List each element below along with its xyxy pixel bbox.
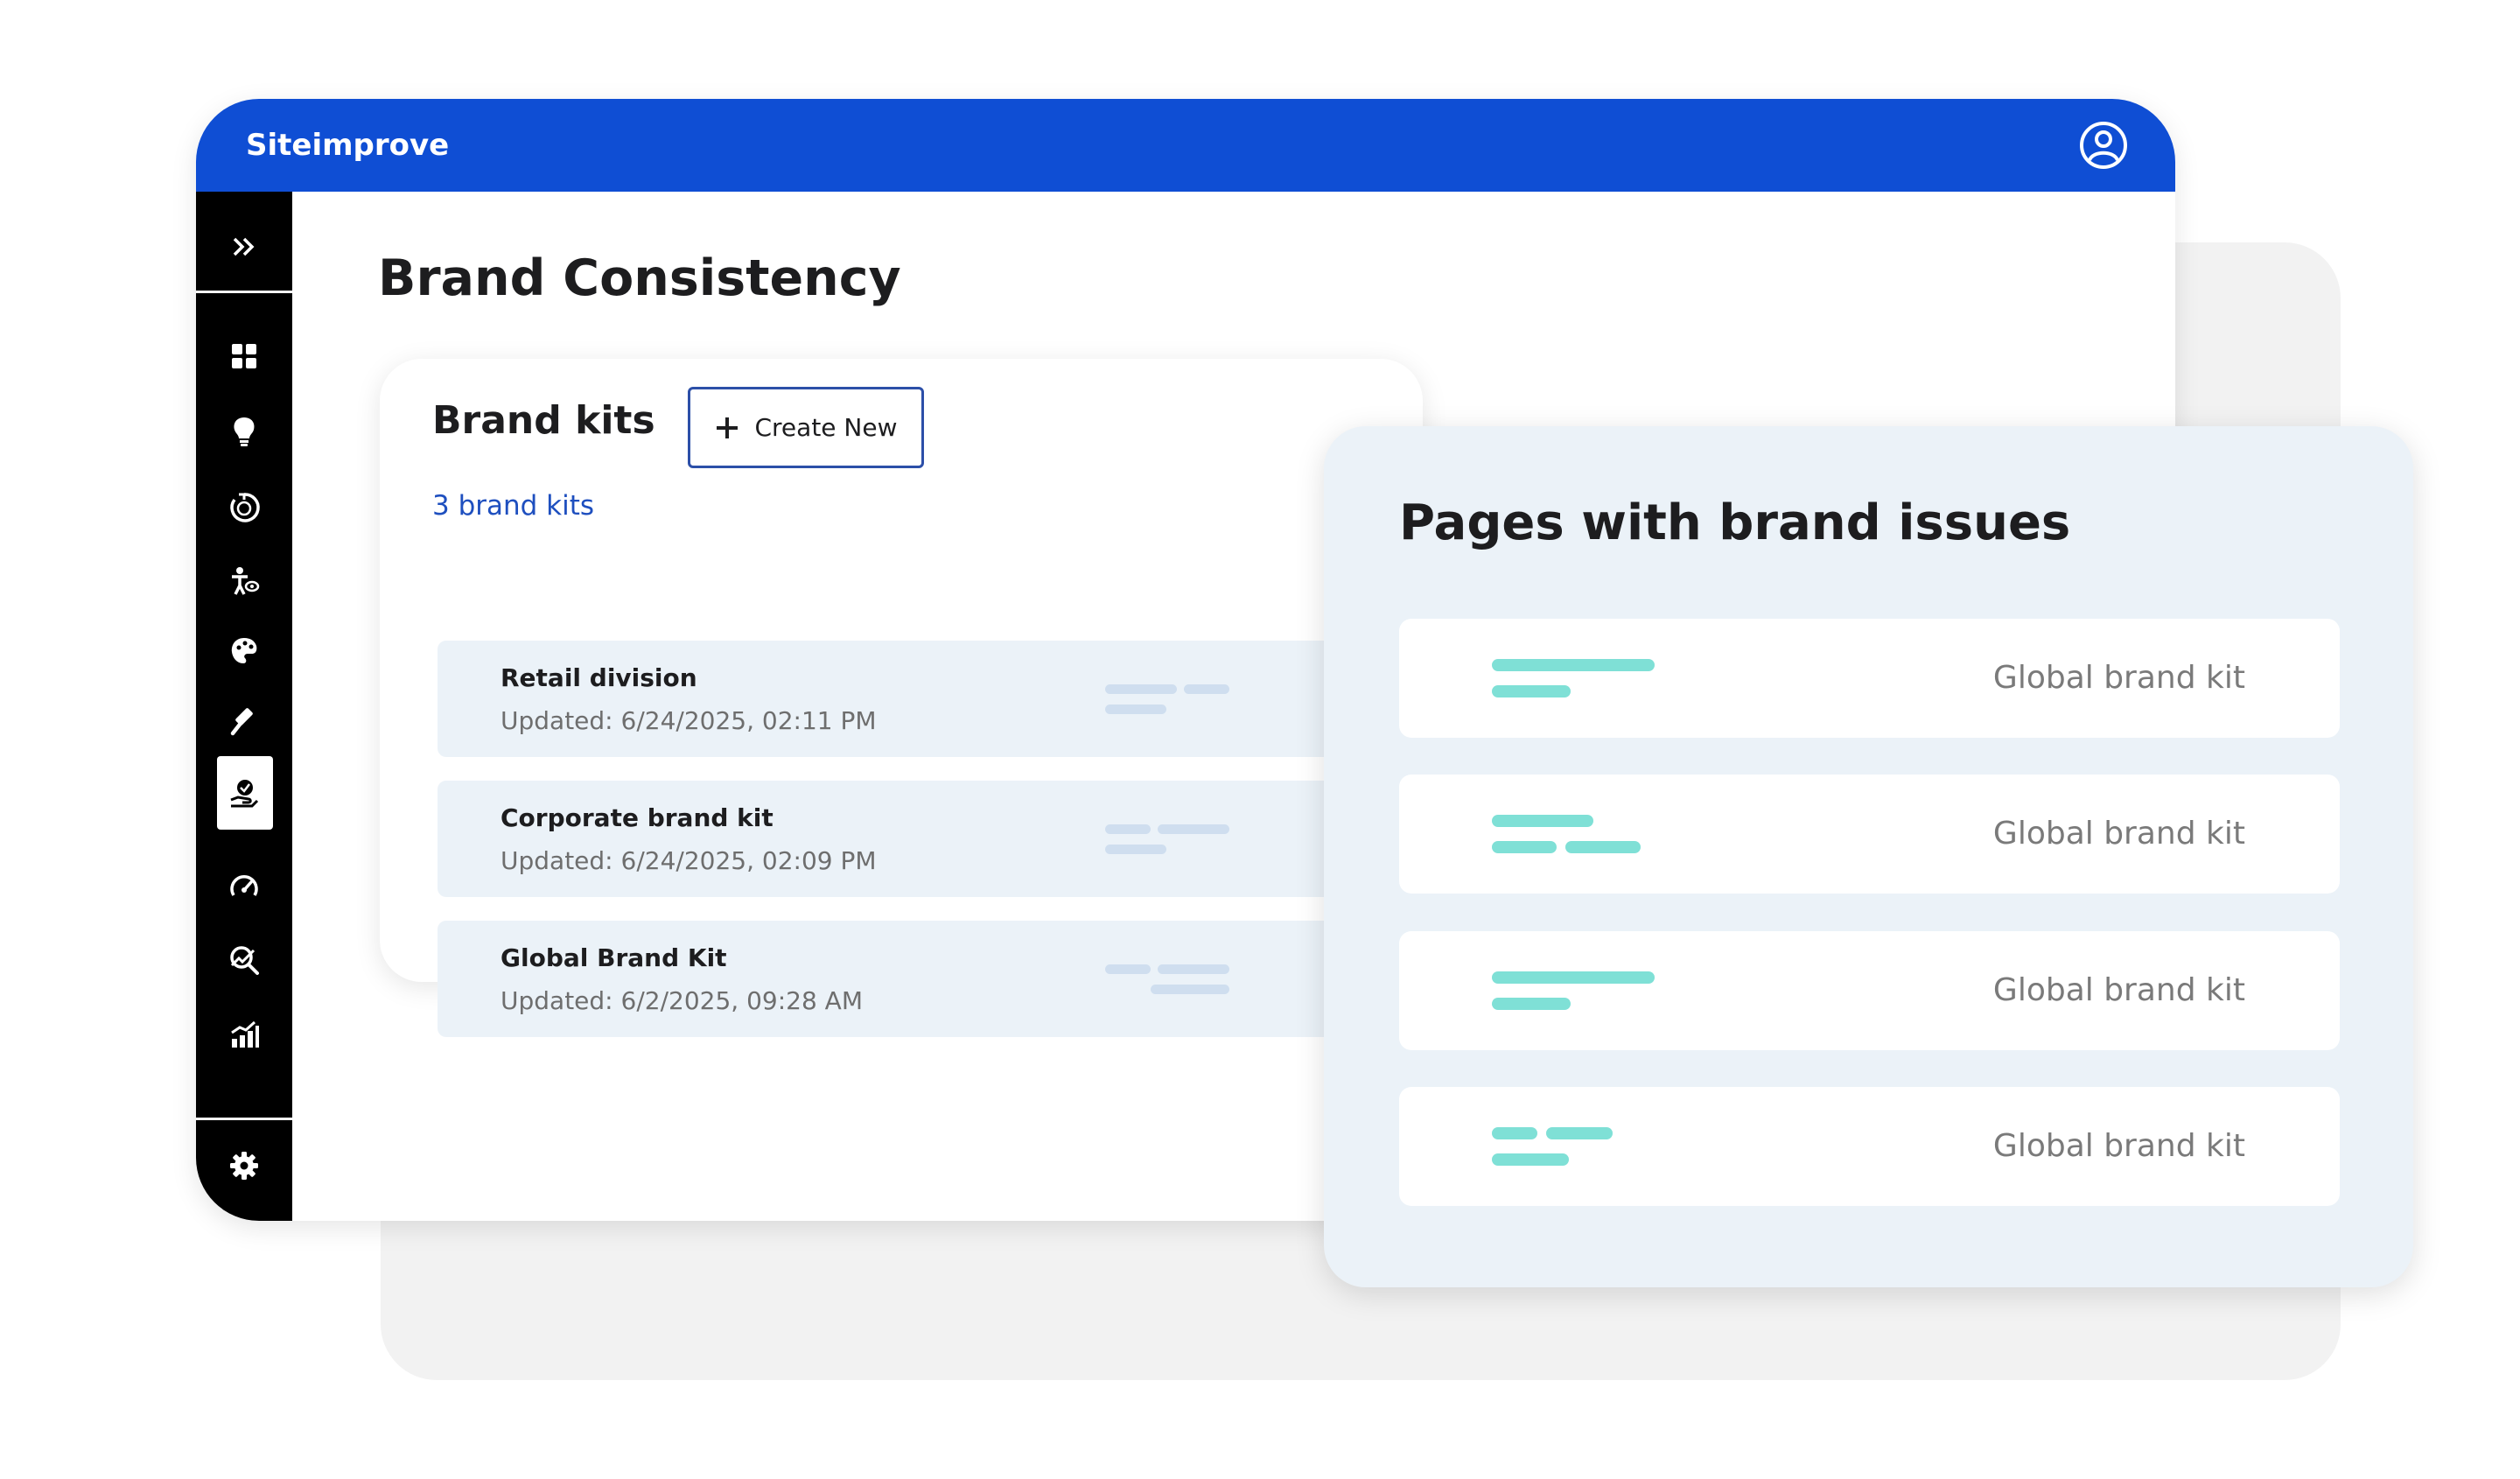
page-title: Brand Consistency xyxy=(378,249,901,307)
create-new-label: Create New xyxy=(754,413,898,442)
brand-issue-row[interactable]: Global brand kit xyxy=(1399,931,2340,1050)
placeholder-bar xyxy=(1492,659,1655,671)
issue-kit-label: Global brand kit xyxy=(1992,972,2245,1008)
user-circle-icon[interactable] xyxy=(2079,121,2128,170)
brand-kit-name: Corporate brand kit xyxy=(500,803,774,832)
placeholder-bar xyxy=(1184,684,1229,694)
dashboard-icon xyxy=(232,344,256,368)
brand-issue-row[interactable]: Global brand kit xyxy=(1399,1087,2340,1206)
sidebar-divider xyxy=(196,291,292,293)
placeholder-bar xyxy=(1158,964,1229,974)
placeholder-bar xyxy=(1546,1127,1613,1139)
placeholder-bar xyxy=(1105,684,1177,694)
plus-icon xyxy=(717,417,738,438)
placeholder-bar xyxy=(1158,824,1229,834)
lightbulb-icon xyxy=(234,417,255,446)
brand-kit-updated: Updated: 6/24/2025, 02:09 PM xyxy=(500,846,877,875)
sidebar-item-accessibility[interactable] xyxy=(196,550,292,612)
brand-issues-card: Pages with brand issues Global brand kit… xyxy=(1324,426,2413,1287)
accessibility-icon xyxy=(232,567,260,595)
seo-search-icon xyxy=(230,946,259,975)
sidebar-item-brand-consistency[interactable] xyxy=(196,762,292,824)
gear-icon xyxy=(230,1152,258,1180)
placeholder-bar xyxy=(1492,815,1593,827)
brand-issues-title: Pages with brand issues xyxy=(1399,494,2071,551)
brand-kit-row[interactable]: Retail division Updated: 6/24/2025, 02:1… xyxy=(438,641,1435,757)
brand-kit-updated: Updated: 6/24/2025, 02:11 PM xyxy=(500,706,877,735)
sidebar-item-policy[interactable] xyxy=(196,690,292,752)
placeholder-bar xyxy=(1105,824,1151,834)
placeholder-bar xyxy=(1492,685,1571,697)
issue-kit-label: Global brand kit xyxy=(1992,1128,2245,1164)
placeholder-bar xyxy=(1492,971,1655,984)
double-chevron-right-icon xyxy=(233,237,255,256)
brand-issue-row[interactable]: Global brand kit xyxy=(1399,619,2340,738)
dci-icon xyxy=(230,493,260,522)
sidebar-item-performance[interactable] xyxy=(196,857,292,918)
brand-kit-row[interactable]: Corporate brand kit Updated: 6/24/2025, … xyxy=(438,781,1435,897)
gavel-icon xyxy=(230,708,253,736)
placeholder-bar xyxy=(1151,985,1229,994)
brand-kits-count-link[interactable]: 3 brand kits xyxy=(432,490,594,522)
brand-logo[interactable]: Siteimprove xyxy=(246,99,449,192)
sidebar-item-insights[interactable] xyxy=(196,401,292,462)
brand-kit-name: Retail division xyxy=(500,663,697,692)
sidebar-divider xyxy=(196,1118,292,1120)
brand-kit-row[interactable]: Global Brand Kit Updated: 6/2/2025, 09:2… xyxy=(438,921,1435,1037)
palette-icon xyxy=(231,638,257,663)
sidebar-item-dashboard[interactable] xyxy=(196,326,292,387)
sidebar-item-content[interactable] xyxy=(196,620,292,682)
placeholder-bar xyxy=(1105,845,1166,854)
speedometer-icon xyxy=(230,875,258,896)
placeholder-bar xyxy=(1492,841,1557,853)
brand-kit-name: Global Brand Kit xyxy=(500,943,727,972)
placeholder-bar xyxy=(1492,998,1571,1010)
sidebar-item-seo[interactable] xyxy=(196,929,292,991)
placeholder-bar xyxy=(1105,704,1166,714)
brand-kits-title: Brand kits xyxy=(432,398,655,443)
create-new-button[interactable]: Create New xyxy=(688,387,924,468)
placeholder-bar xyxy=(1105,964,1151,974)
sidebar xyxy=(196,192,292,1221)
brand-consistency-icon xyxy=(230,780,259,808)
placeholder-bar xyxy=(1565,841,1641,853)
issue-kit-label: Global brand kit xyxy=(1992,816,2245,852)
brand-kit-updated: Updated: 6/2/2025, 09:28 AM xyxy=(500,986,863,1015)
sidebar-item-settings[interactable] xyxy=(196,1135,292,1196)
brand-issue-row[interactable]: Global brand kit xyxy=(1399,775,2340,894)
sidebar-item-analytics[interactable] xyxy=(196,1004,292,1065)
placeholder-bar xyxy=(1492,1127,1537,1139)
issue-kit-label: Global brand kit xyxy=(1992,660,2245,696)
sidebar-item-dci[interactable] xyxy=(196,477,292,538)
placeholder-bar xyxy=(1492,1153,1569,1166)
sidebar-expand[interactable] xyxy=(196,216,292,277)
analytics-chart-icon xyxy=(231,1020,259,1048)
brand-kits-card: Brand kits Create New 3 brand kits Retai… xyxy=(380,359,1435,1037)
top-bar: Siteimprove xyxy=(196,99,2175,192)
